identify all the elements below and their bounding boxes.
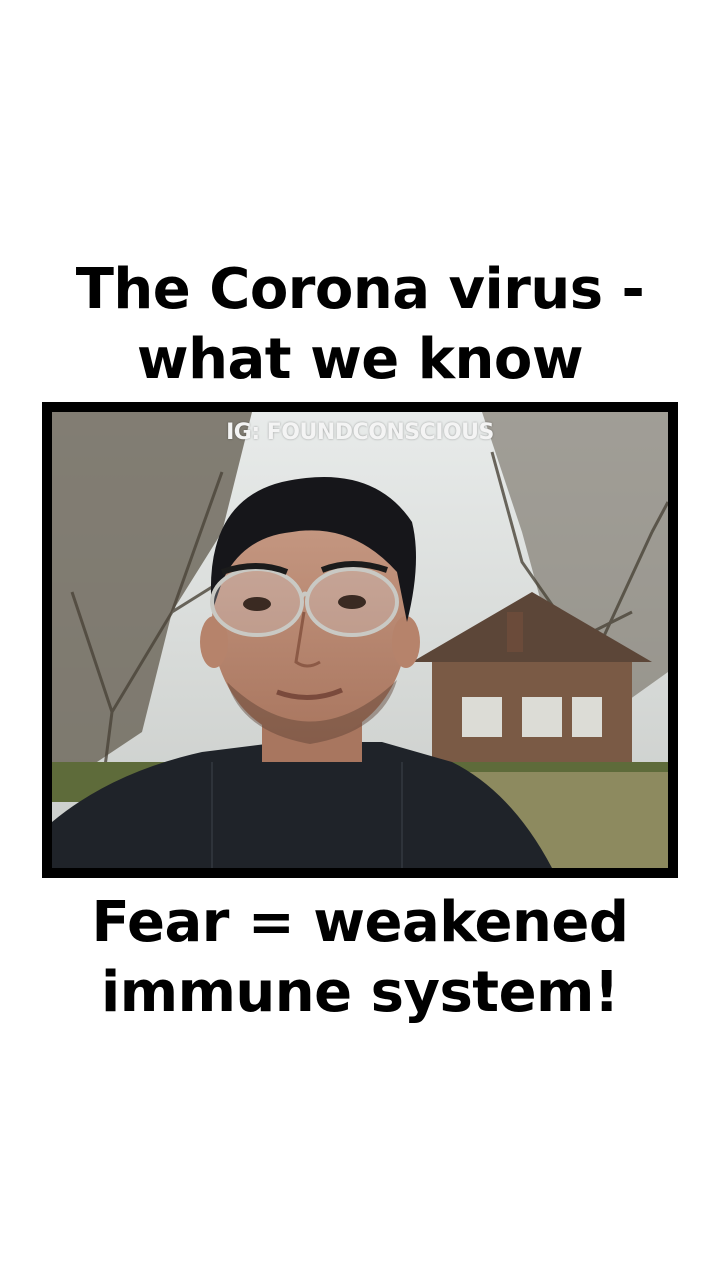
watermark-text: IG: FOUNDCONSCIOUS [226,420,494,445]
caption-line-2: immune system! [101,960,619,1025]
caption-line-1: Fear = weakened [91,890,629,955]
title-line-1: The Corona virus - [75,257,645,322]
video-frame[interactable]: IG: FOUNDCONSCIOUS [42,402,678,878]
page-title: The Corona virus - what we know [0,255,720,395]
caption: Fear = weakened immune system! [0,888,720,1028]
video-still [52,412,668,868]
title-line-2: what we know [136,327,584,392]
